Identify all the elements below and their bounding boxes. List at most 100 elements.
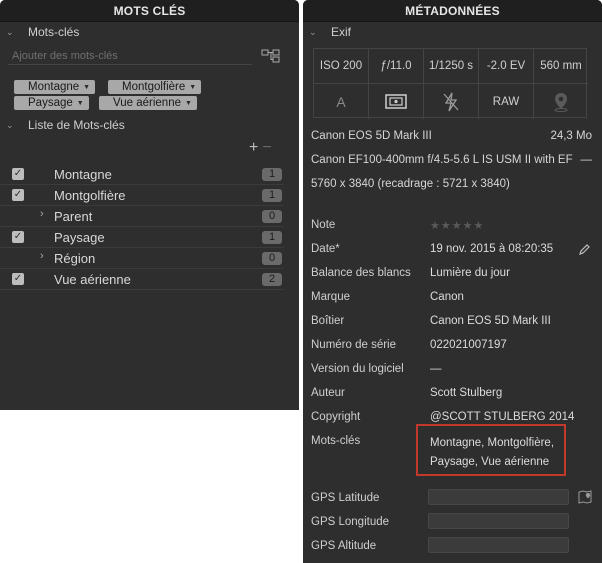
tag-label: Montagne [28, 81, 80, 93]
date-label: Date* [311, 243, 340, 255]
chevron-down-icon: ▼ [185, 100, 192, 107]
auto-mode-icon: A [314, 84, 369, 119]
camera-model: Canon EOS 5D Mark III [311, 130, 432, 142]
copyright-label: Copyright [311, 411, 361, 423]
serial-number-label: Numéro de série [311, 339, 397, 351]
keywords-section-label: Mots-clés [28, 25, 80, 39]
keyword-count-badge: 2 [262, 273, 282, 286]
keyword-count-badge: 0 [262, 252, 282, 265]
keywords-label: Mots-clés [311, 435, 361, 447]
gps-latitude-label: GPS Latitude [311, 492, 380, 504]
add-keyword-button[interactable]: + [249, 139, 258, 156]
keyword-checkbox[interactable]: ✓ [12, 231, 24, 243]
lens-model: Canon EF100-400mm f/4.5-5.6 L IS USM II … [311, 154, 573, 166]
map-pin-icon[interactable] [577, 489, 593, 505]
keywords-value-line-2: Paysage, Vue aérienne [430, 456, 550, 468]
keywords-value: Montagne, Montgolfière, Paysage, Vue aér… [430, 434, 570, 472]
author-value: Scott Stulberg [430, 387, 503, 399]
keywords-panel-title: MOTS CLÉS [0, 0, 299, 22]
chevron-down-icon: ⌄ [6, 120, 14, 130]
body-value: Canon EOS 5D Mark III [430, 315, 551, 327]
flash-off-icon [424, 84, 479, 119]
rating-stars[interactable]: ★★★★★ [430, 219, 484, 232]
software-version-label: Version du logiciel [311, 363, 404, 375]
date-label-text: Date [311, 243, 336, 255]
gps-longitude-label: GPS Longitude [311, 516, 390, 528]
shutter-speed-value: 1/1250 s [424, 49, 479, 84]
keyword-tag-vue-aerienne[interactable]: Vue aérienne ▼ [99, 96, 197, 110]
exif-section-header[interactable]: ⌄ Exif [303, 22, 351, 42]
keyword-row-label: Région [54, 251, 96, 266]
keyword-input[interactable] [8, 47, 252, 65]
keyword-list-section-header[interactable]: ⌄ Liste de Mots-clés [0, 115, 125, 135]
keyword-list-section-label: Liste de Mots-clés [28, 118, 125, 132]
metadata-panel-title: MÉTADONNÉES [303, 0, 602, 22]
keyword-row-montagne[interactable]: ✓ Montagne 1 [0, 164, 284, 185]
keyword-row-region[interactable]: › Région 0 [0, 248, 284, 269]
chevron-down-icon: ▼ [76, 100, 84, 107]
chevron-down-icon: ▼ [189, 84, 197, 91]
tag-label: Montgolfière [122, 81, 186, 93]
file-size: 24,3 Mo [550, 130, 592, 142]
keyword-row-label: Parent [54, 209, 93, 224]
chevron-right-icon[interactable]: › [40, 250, 44, 262]
author-label: Auteur [311, 387, 345, 399]
exif-section-label: Exif [331, 25, 352, 39]
gps-altitude-field[interactable] [428, 537, 569, 553]
hierarchy-icon[interactable] [261, 49, 281, 63]
white-balance-value: Lumière du jour [430, 267, 510, 279]
tag-label: Vue aérienne [113, 97, 181, 109]
exposure-compensation-value: -2.0 EV [479, 49, 534, 84]
exif-grid: ISO 200 ƒ/11.0 1/1250 s -2.0 EV 560 mm A… [313, 48, 588, 119]
raw-format-label: RAW [479, 84, 534, 119]
chevron-down-icon: ⌄ [6, 27, 14, 37]
keyword-row-label: Vue aérienne [54, 272, 131, 287]
metadata-panel: MÉTADONNÉES ⌄ Exif ISO 200 ƒ/11.0 1/1250… [303, 0, 602, 563]
keyword-count-badge: 1 [262, 168, 282, 181]
keyword-checkbox[interactable]: ✓ [12, 273, 24, 285]
remove-keyword-button[interactable]: − [262, 139, 271, 156]
keywords-panel: MOTS CLÉS ⌄ Mots-clés Montagne▼ Montgolf… [0, 0, 299, 410]
keywords-section-header[interactable]: ⌄ Mots-clés [0, 22, 79, 42]
gps-longitude-field[interactable] [428, 513, 569, 529]
date-modified-asterisk: * [335, 243, 340, 255]
focal-length-value: 560 mm [534, 49, 588, 84]
image-dimensions: 5760 x 3840 (recadrage : 5721 x 3840) [311, 178, 510, 190]
list-actions: + − [249, 139, 272, 157]
keyword-tag-paysage[interactable]: Paysage ▼ [14, 96, 89, 110]
make-value: Canon [430, 291, 464, 303]
date-value: 19 nov. 2015 à 08:20:35 [430, 243, 554, 255]
keyword-row-label: Montagne [54, 167, 112, 182]
serial-number-value: 022021007197 [430, 339, 507, 351]
keyword-row-vue-aerienne[interactable]: ✓ Vue aérienne 2 [0, 269, 284, 290]
metering-icon [369, 84, 424, 119]
keyword-count-badge: 1 [262, 231, 282, 244]
keyword-tag-montagne[interactable]: Montagne ▼ [14, 80, 96, 94]
chevron-down-icon: ⌄ [309, 27, 317, 37]
keyword-checkbox[interactable]: ✓ [12, 189, 24, 201]
chevron-right-icon[interactable]: › [40, 208, 44, 220]
make-label: Marque [311, 291, 350, 303]
keyword-row-parent[interactable]: › Parent 0 [0, 206, 284, 227]
software-version-value: — [430, 363, 442, 375]
keyword-count-badge: 0 [262, 210, 282, 223]
keyword-row-paysage[interactable]: ✓ Paysage 1 [0, 227, 284, 248]
rating-label: Note [311, 219, 336, 231]
tag-label: Paysage [28, 97, 73, 109]
location-icon [534, 84, 588, 119]
keyword-checkbox[interactable]: ✓ [12, 168, 24, 180]
white-balance-label: Balance des blancs [311, 267, 411, 279]
keywords-value-line-1: Montagne, Montgolfière, [430, 437, 555, 449]
lens-dash: — [580, 154, 593, 166]
edit-pencil-icon[interactable] [578, 243, 591, 256]
body-label: Boîtier [311, 315, 345, 327]
keyword-count-badge: 1 [262, 189, 282, 202]
keyword-row-label: Paysage [54, 230, 105, 245]
keyword-row-montgolfiere[interactable]: ✓ Montgolfière 1 [0, 185, 284, 206]
keyword-row-label: Montgolfière [54, 188, 126, 203]
gps-latitude-field[interactable] [428, 489, 569, 505]
chevron-down-icon: ▼ [83, 84, 91, 91]
gps-altitude-label: GPS Altitude [311, 540, 377, 552]
aperture-value: ƒ/11.0 [369, 49, 424, 84]
keyword-tag-montgolfiere[interactable]: Montgolfière ▼ [108, 80, 202, 94]
